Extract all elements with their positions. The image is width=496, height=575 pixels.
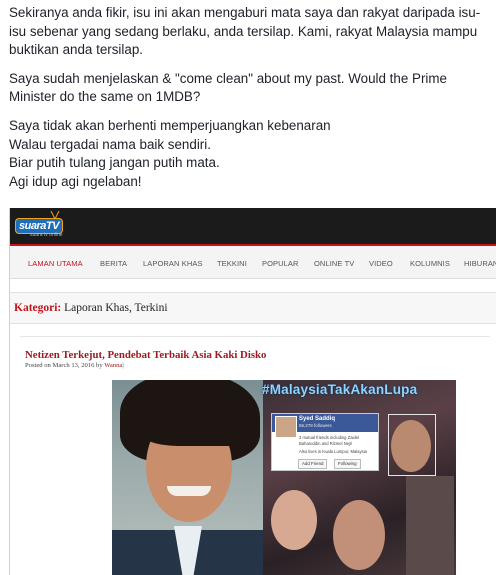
- post-line: Saya tidak akan berhenti memperjuangkan …: [9, 117, 331, 133]
- article-meta: Posted on March 13, 2016 by Wanna|: [25, 362, 124, 369]
- nav-hiburan[interactable]: HIBURAN: [464, 259, 496, 268]
- person-shape: [333, 500, 385, 570]
- antenna-icon: [50, 211, 60, 219]
- post-line: Agi idup agi ngelaban!: [9, 173, 142, 189]
- site-topbar: suaraTV suara tv online: [10, 208, 496, 244]
- fb-info-line: 3 mutual friends including Zaidel: [299, 435, 360, 440]
- fb-followers: 56,278 followers: [299, 423, 332, 428]
- fb-name: Syed Saddiq: [299, 416, 336, 422]
- post-text: Sekiranya anda fikir, isu ini akan menga…: [9, 4, 489, 191]
- fb-info-line: Also lives in Kuala Lumpur, Malaysia: [299, 449, 367, 454]
- post-line: Walau tergadai nama baik sendiri.: [9, 136, 211, 152]
- person-shape: [271, 490, 317, 550]
- nav-laporan-khas[interactable]: LAPORAN KHAS: [143, 259, 203, 268]
- fringe-shape: [138, 406, 238, 446]
- logo-text: suaraTV: [16, 219, 62, 233]
- portrait-photo: [112, 380, 263, 575]
- nav-berita[interactable]: BERITA: [100, 259, 127, 268]
- post-line: Biar putih tulang jangan putih mata.: [9, 155, 220, 171]
- hashtag-overlay: #MalaysiaTakAkanLupa: [262, 382, 418, 397]
- nav-popular[interactable]: POPULAR: [262, 259, 299, 268]
- article-image: #MalaysiaTakAkanLupa Syed Saddiq 56,278 …: [112, 380, 456, 575]
- post-verse: Saya tidak akan berhenti memperjuangkan …: [9, 117, 489, 191]
- article-title[interactable]: Netizen Terkejut, Pendebat Terbaik Asia …: [25, 349, 266, 361]
- nav-online-tv[interactable]: ONLINE TV: [314, 259, 354, 268]
- nav-tekkini[interactable]: TEKKINI: [217, 259, 247, 268]
- article-author[interactable]: Wanna: [104, 362, 122, 369]
- fb-avatar: [275, 416, 297, 438]
- category-bar: Kategori: Laporan Khas, Terkini: [10, 292, 496, 324]
- divider: [20, 336, 490, 337]
- fb-add-friend-button: Add Friend: [298, 459, 328, 469]
- party-photo: [263, 380, 456, 575]
- post-paragraph: Sekiranya anda fikir, isu ini akan menga…: [9, 5, 481, 58]
- site-nav: LAMAN UTAMA BERITA LAPORAN KHAS TEKKINI …: [10, 244, 496, 279]
- attached-screenshot[interactable]: suaraTV suara tv online LAMAN UTAMA BERI…: [9, 208, 496, 575]
- nav-video[interactable]: VIDEO: [369, 259, 393, 268]
- post-paragraph: Saya sudah menjelaskan & "come clean" ab…: [9, 70, 447, 105]
- highlight-box: [388, 414, 436, 476]
- category-value[interactable]: Laporan Khas, Terkini: [64, 302, 167, 314]
- nav-accent-line: [10, 244, 496, 246]
- article-date: Posted on March 13, 2016 by: [25, 362, 103, 369]
- logo-subtitle: suara tv online: [30, 232, 63, 238]
- person-shape: [406, 476, 454, 575]
- category-label: Kategori:: [14, 302, 62, 314]
- site-logo[interactable]: suaraTV suara tv online: [16, 211, 70, 238]
- category: Kategori: Laporan Khas, Terkini: [14, 302, 168, 314]
- fb-info-line: Baharuddin and Rizmel Nejri: [299, 441, 353, 446]
- fb-following-button: Following: [334, 459, 361, 469]
- smile-shape: [167, 486, 211, 496]
- nav-kolumnis[interactable]: KOLUMNIS: [410, 259, 450, 268]
- facebook-profile-card: Syed Saddiq 56,278 followers 3 mutual fr…: [271, 413, 379, 471]
- nav-laman-utama[interactable]: LAMAN UTAMA: [28, 259, 83, 268]
